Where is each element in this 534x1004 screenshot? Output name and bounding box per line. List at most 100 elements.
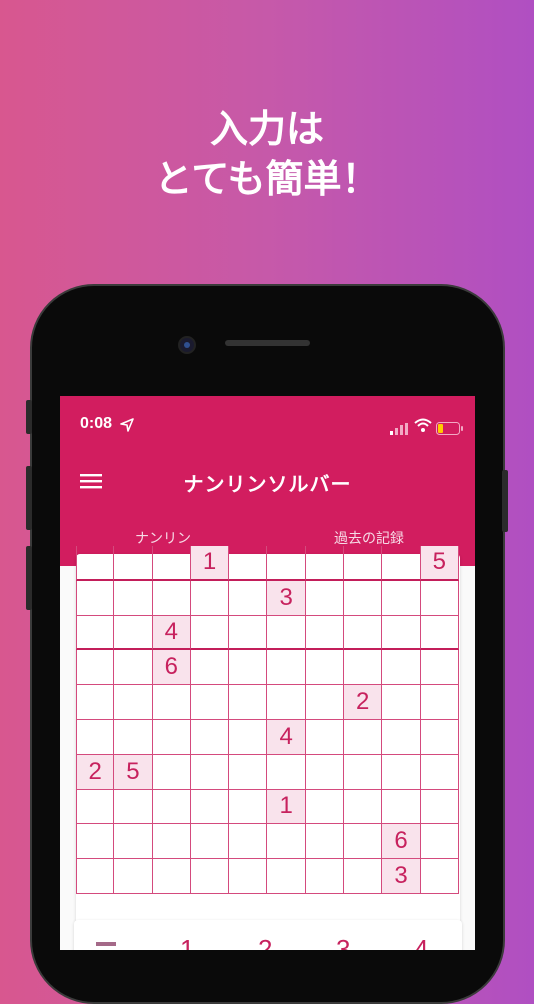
board-cell[interactable]: 6 <box>152 650 191 686</box>
board-cell[interactable] <box>190 650 230 686</box>
board-cell[interactable] <box>382 685 421 720</box>
board-cell[interactable] <box>114 824 153 860</box>
board-cell[interactable] <box>420 859 459 894</box>
board-cell[interactable] <box>190 789 230 825</box>
board-cell[interactable] <box>229 719 268 755</box>
board-cell[interactable]: 5 <box>420 546 459 581</box>
board-cell[interactable] <box>76 824 115 860</box>
board-cell[interactable] <box>267 685 306 720</box>
board-cell[interactable] <box>190 580 230 616</box>
board-cell[interactable] <box>114 719 153 755</box>
board-cell[interactable]: 5 <box>114 754 153 790</box>
board-cell[interactable] <box>420 754 459 790</box>
board-cell[interactable] <box>76 719 115 755</box>
board-cell[interactable]: 4 <box>267 719 306 755</box>
board-cell[interactable] <box>114 789 153 825</box>
board-cell[interactable] <box>267 546 306 581</box>
board-cell[interactable] <box>76 789 115 825</box>
board-cell[interactable]: 4 <box>152 615 191 651</box>
board-cell[interactable] <box>229 580 268 616</box>
board-cell[interactable] <box>344 580 383 616</box>
board-cell[interactable] <box>344 754 383 790</box>
board-cell[interactable] <box>190 859 230 894</box>
tab-nanrin[interactable]: ナンリン <box>135 528 191 548</box>
board-cell[interactable] <box>420 685 459 720</box>
board-cell[interactable] <box>382 580 421 616</box>
board-cell[interactable] <box>190 824 230 860</box>
eraser-icon[interactable] <box>96 942 116 946</box>
board-cell[interactable] <box>305 615 345 651</box>
key-3[interactable]: 3 <box>336 934 350 950</box>
board-cell[interactable] <box>229 824 268 860</box>
board-cell[interactable] <box>267 650 306 686</box>
board-cell[interactable] <box>152 859 191 894</box>
board-cell[interactable] <box>76 685 115 720</box>
board-cell[interactable] <box>229 615 268 651</box>
board-cell[interactable]: 6 <box>382 824 421 860</box>
board-cell[interactable] <box>344 789 383 825</box>
board-cell[interactable] <box>190 754 230 790</box>
board-cell[interactable] <box>152 754 191 790</box>
board-cell[interactable] <box>190 719 230 755</box>
board-cell[interactable] <box>114 580 153 616</box>
key-1[interactable]: 1 <box>180 934 194 950</box>
board-cell[interactable] <box>305 650 345 686</box>
board-cell[interactable] <box>76 650 115 686</box>
board-cell[interactable] <box>229 754 268 790</box>
board-cell[interactable] <box>114 685 153 720</box>
key-2[interactable]: 2 <box>258 934 272 950</box>
key-4[interactable]: 4 <box>414 934 428 950</box>
board-cell[interactable] <box>305 719 345 755</box>
board-cell[interactable] <box>305 685 345 720</box>
board-cell[interactable] <box>76 615 115 651</box>
board-cell[interactable] <box>190 685 230 720</box>
board-cell[interactable] <box>344 546 383 581</box>
board-cell[interactable] <box>114 859 153 894</box>
board-cell[interactable] <box>420 789 459 825</box>
board-cell[interactable] <box>382 789 421 825</box>
board-cell[interactable] <box>305 546 345 581</box>
board-cell[interactable] <box>305 824 345 860</box>
board-cell[interactable] <box>420 650 459 686</box>
board-cell[interactable]: 3 <box>382 859 421 894</box>
board-cell[interactable] <box>229 685 268 720</box>
board-cell[interactable] <box>76 580 115 616</box>
board-cell[interactable] <box>114 650 153 686</box>
board-cell[interactable] <box>305 580 345 616</box>
board-cell[interactable] <box>305 789 345 825</box>
board-cell[interactable]: 1 <box>267 789 306 825</box>
board-cell[interactable] <box>267 824 306 860</box>
tab-history[interactable]: 過去の記録 <box>334 528 404 548</box>
board-cell[interactable] <box>152 580 191 616</box>
board-cell[interactable] <box>344 824 383 860</box>
board-cell[interactable] <box>305 754 345 790</box>
board-cell[interactable] <box>420 615 459 651</box>
board-cell[interactable] <box>229 650 268 686</box>
board-cell[interactable] <box>420 580 459 616</box>
board-cell[interactable] <box>382 650 421 686</box>
board-cell[interactable] <box>267 859 306 894</box>
board-cell[interactable] <box>114 615 153 651</box>
board-cell[interactable]: 3 <box>267 580 306 616</box>
board-cell[interactable] <box>305 859 345 894</box>
board-cell[interactable]: 2 <box>76 754 115 790</box>
board-cell[interactable] <box>382 615 421 651</box>
board-cell[interactable] <box>267 615 306 651</box>
board-cell[interactable] <box>152 685 191 720</box>
board-cell[interactable] <box>382 719 421 755</box>
board-cell[interactable] <box>190 615 230 651</box>
board-cell[interactable] <box>152 719 191 755</box>
board-cell[interactable] <box>229 546 268 581</box>
board-cell[interactable] <box>382 546 421 581</box>
board-cell[interactable] <box>76 859 115 894</box>
board-cell[interactable] <box>420 824 459 860</box>
board-cell[interactable] <box>152 789 191 825</box>
board-cell[interactable] <box>344 650 383 686</box>
board-cell[interactable] <box>267 754 306 790</box>
board-cell[interactable] <box>229 859 268 894</box>
board-cell[interactable] <box>152 824 191 860</box>
board-cell[interactable] <box>344 859 383 894</box>
board-cell[interactable] <box>152 546 191 581</box>
board-cell[interactable] <box>229 789 268 825</box>
board-cell[interactable] <box>344 719 383 755</box>
